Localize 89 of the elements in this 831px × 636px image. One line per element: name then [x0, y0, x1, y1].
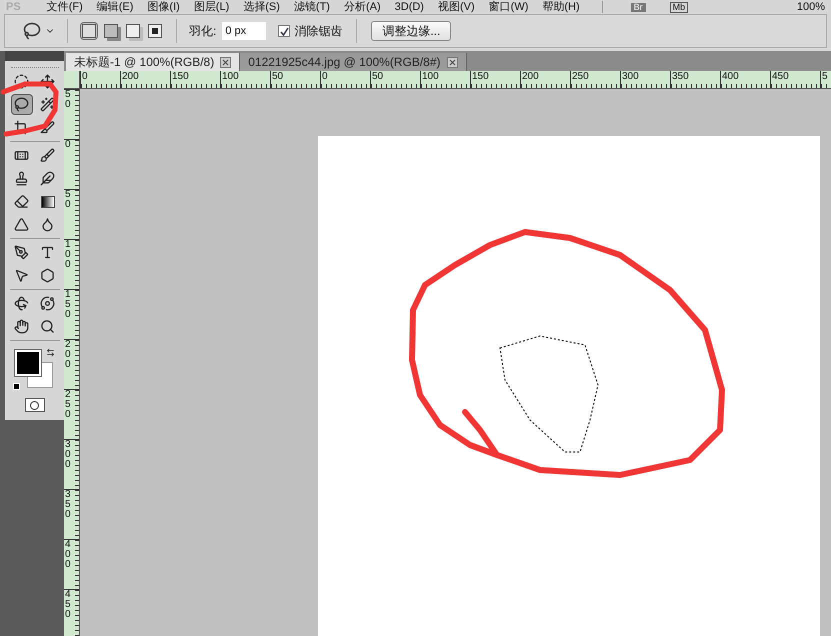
ruler-label: 50	[271, 71, 284, 82]
close-icon[interactable]	[220, 56, 232, 68]
anti-alias-label: 消除锯齿	[294, 23, 342, 40]
menu-item[interactable]: 滤镜(T)	[294, 2, 330, 12]
type-icon	[40, 245, 55, 260]
ruler-label: 200	[64, 340, 71, 372]
hand-icon	[14, 319, 29, 334]
toolbox-header	[5, 51, 64, 61]
ruler-label: 250	[64, 390, 71, 422]
menu-item[interactable]: 图层(L)	[194, 2, 230, 12]
anti-alias-checkbox[interactable]	[278, 25, 290, 37]
ruler-label: 150	[171, 71, 190, 82]
menu-item[interactable]: 分析(A)	[344, 2, 381, 12]
intersect-squares-icon	[148, 24, 162, 38]
mini-bridge-button[interactable]: Mb	[670, 2, 688, 12]
ruler-label: 50	[64, 90, 71, 112]
ruler-label: 150	[64, 290, 71, 322]
foreground-color-swatch[interactable]	[14, 350, 40, 376]
ruler-label: 400	[721, 71, 740, 82]
overlap-squares-icon	[126, 24, 140, 38]
knife-icon	[40, 120, 55, 135]
lasso-icon[interactable]	[23, 22, 41, 40]
quick-mask-button[interactable]	[24, 398, 44, 412]
wand-icon	[40, 97, 55, 112]
feather-icon	[40, 171, 55, 186]
ruler-label: 400	[64, 540, 71, 572]
selection-mode-button[interactable]	[124, 22, 142, 40]
bandage-icon	[14, 148, 29, 163]
menu-item[interactable]: 文件(F)	[46, 2, 83, 12]
zoom-level[interactable]: 100%	[796, 2, 825, 12]
pointer-icon	[14, 268, 29, 283]
tab-title: 01221925c44.jpg @ 100%(RGB/8#)	[248, 54, 441, 71]
ruler-label: 100	[421, 71, 440, 82]
stamp-icon	[14, 171, 29, 186]
ruler-label: 300	[621, 71, 640, 82]
menu-item[interactable]: 帮助(H)	[542, 2, 580, 12]
brush-icon	[40, 148, 55, 163]
menu-item[interactable]: 图像(I)	[147, 2, 180, 12]
overlap-squares-icon	[104, 24, 118, 38]
tab-title: 未标题-1 @ 100%(RGB/8)	[74, 54, 214, 71]
refine-edge-button[interactable]: 调整边缘...	[371, 21, 452, 41]
ruler-label: 50	[371, 71, 384, 82]
default-colors-icon[interactable]	[12, 383, 20, 390]
triangle-icon	[14, 217, 29, 232]
dashed-circle-icon	[14, 74, 29, 89]
orbit-icon	[40, 296, 55, 311]
ruler-label: 0	[64, 140, 71, 152]
feather-field[interactable]: 0 px	[222, 22, 266, 40]
ruler-label: 450	[771, 71, 790, 82]
zoom-icon	[40, 319, 55, 334]
selection-mode-button[interactable]	[146, 22, 164, 40]
pen-icon	[14, 245, 29, 260]
ruler-label: 5	[821, 71, 829, 82]
lasso-icon	[14, 97, 29, 112]
ruler-label: 450	[64, 590, 71, 622]
ruler-label: 200	[121, 71, 140, 82]
hand-drawn-scribble	[0, 82, 58, 136]
menu-item[interactable]: 视图(V)	[438, 2, 475, 12]
gradient-icon	[40, 196, 54, 208]
ruler-label: 100	[221, 71, 240, 82]
ruler-label: 100	[64, 240, 71, 272]
ruler-label: 150	[471, 71, 490, 82]
document-tab[interactable]: 01221925c44.jpg @ 100%(RGB/8#)	[240, 53, 467, 71]
ruler-label: 250	[571, 71, 590, 82]
tool-button[interactable]	[10, 94, 32, 115]
menu-item[interactable]: 3D(D)	[394, 2, 424, 12]
document-tab[interactable]: 未标题-1 @ 100%(RGB/8)	[66, 53, 240, 71]
move-icon	[40, 74, 55, 89]
ruler-label: 50	[64, 190, 71, 212]
rotate-icon	[14, 296, 29, 311]
droplet-icon	[40, 217, 55, 232]
square-icon	[82, 24, 96, 38]
feather-label: 羽化:	[189, 23, 216, 40]
close-icon[interactable]	[446, 56, 458, 68]
check-icon	[280, 26, 289, 36]
bridge-button[interactable]: Br	[630, 2, 646, 12]
ruler-label: 0	[81, 71, 89, 82]
swap-icon[interactable]	[46, 348, 54, 357]
ruler-label: 200	[521, 71, 540, 82]
menu-item[interactable]: 窗口(W)	[488, 2, 528, 12]
hexagon-icon	[40, 268, 55, 283]
menu-item[interactable]: 选择(S)	[243, 2, 280, 12]
ruler-label: 300	[64, 440, 71, 472]
crop-icon	[14, 120, 29, 135]
ruler-label: 350	[671, 71, 690, 82]
ruler-label: 0	[321, 71, 329, 82]
ruler-label: 350	[64, 490, 71, 522]
eraser-icon	[14, 194, 29, 209]
menu-item[interactable]: 编辑(E)	[96, 2, 134, 12]
